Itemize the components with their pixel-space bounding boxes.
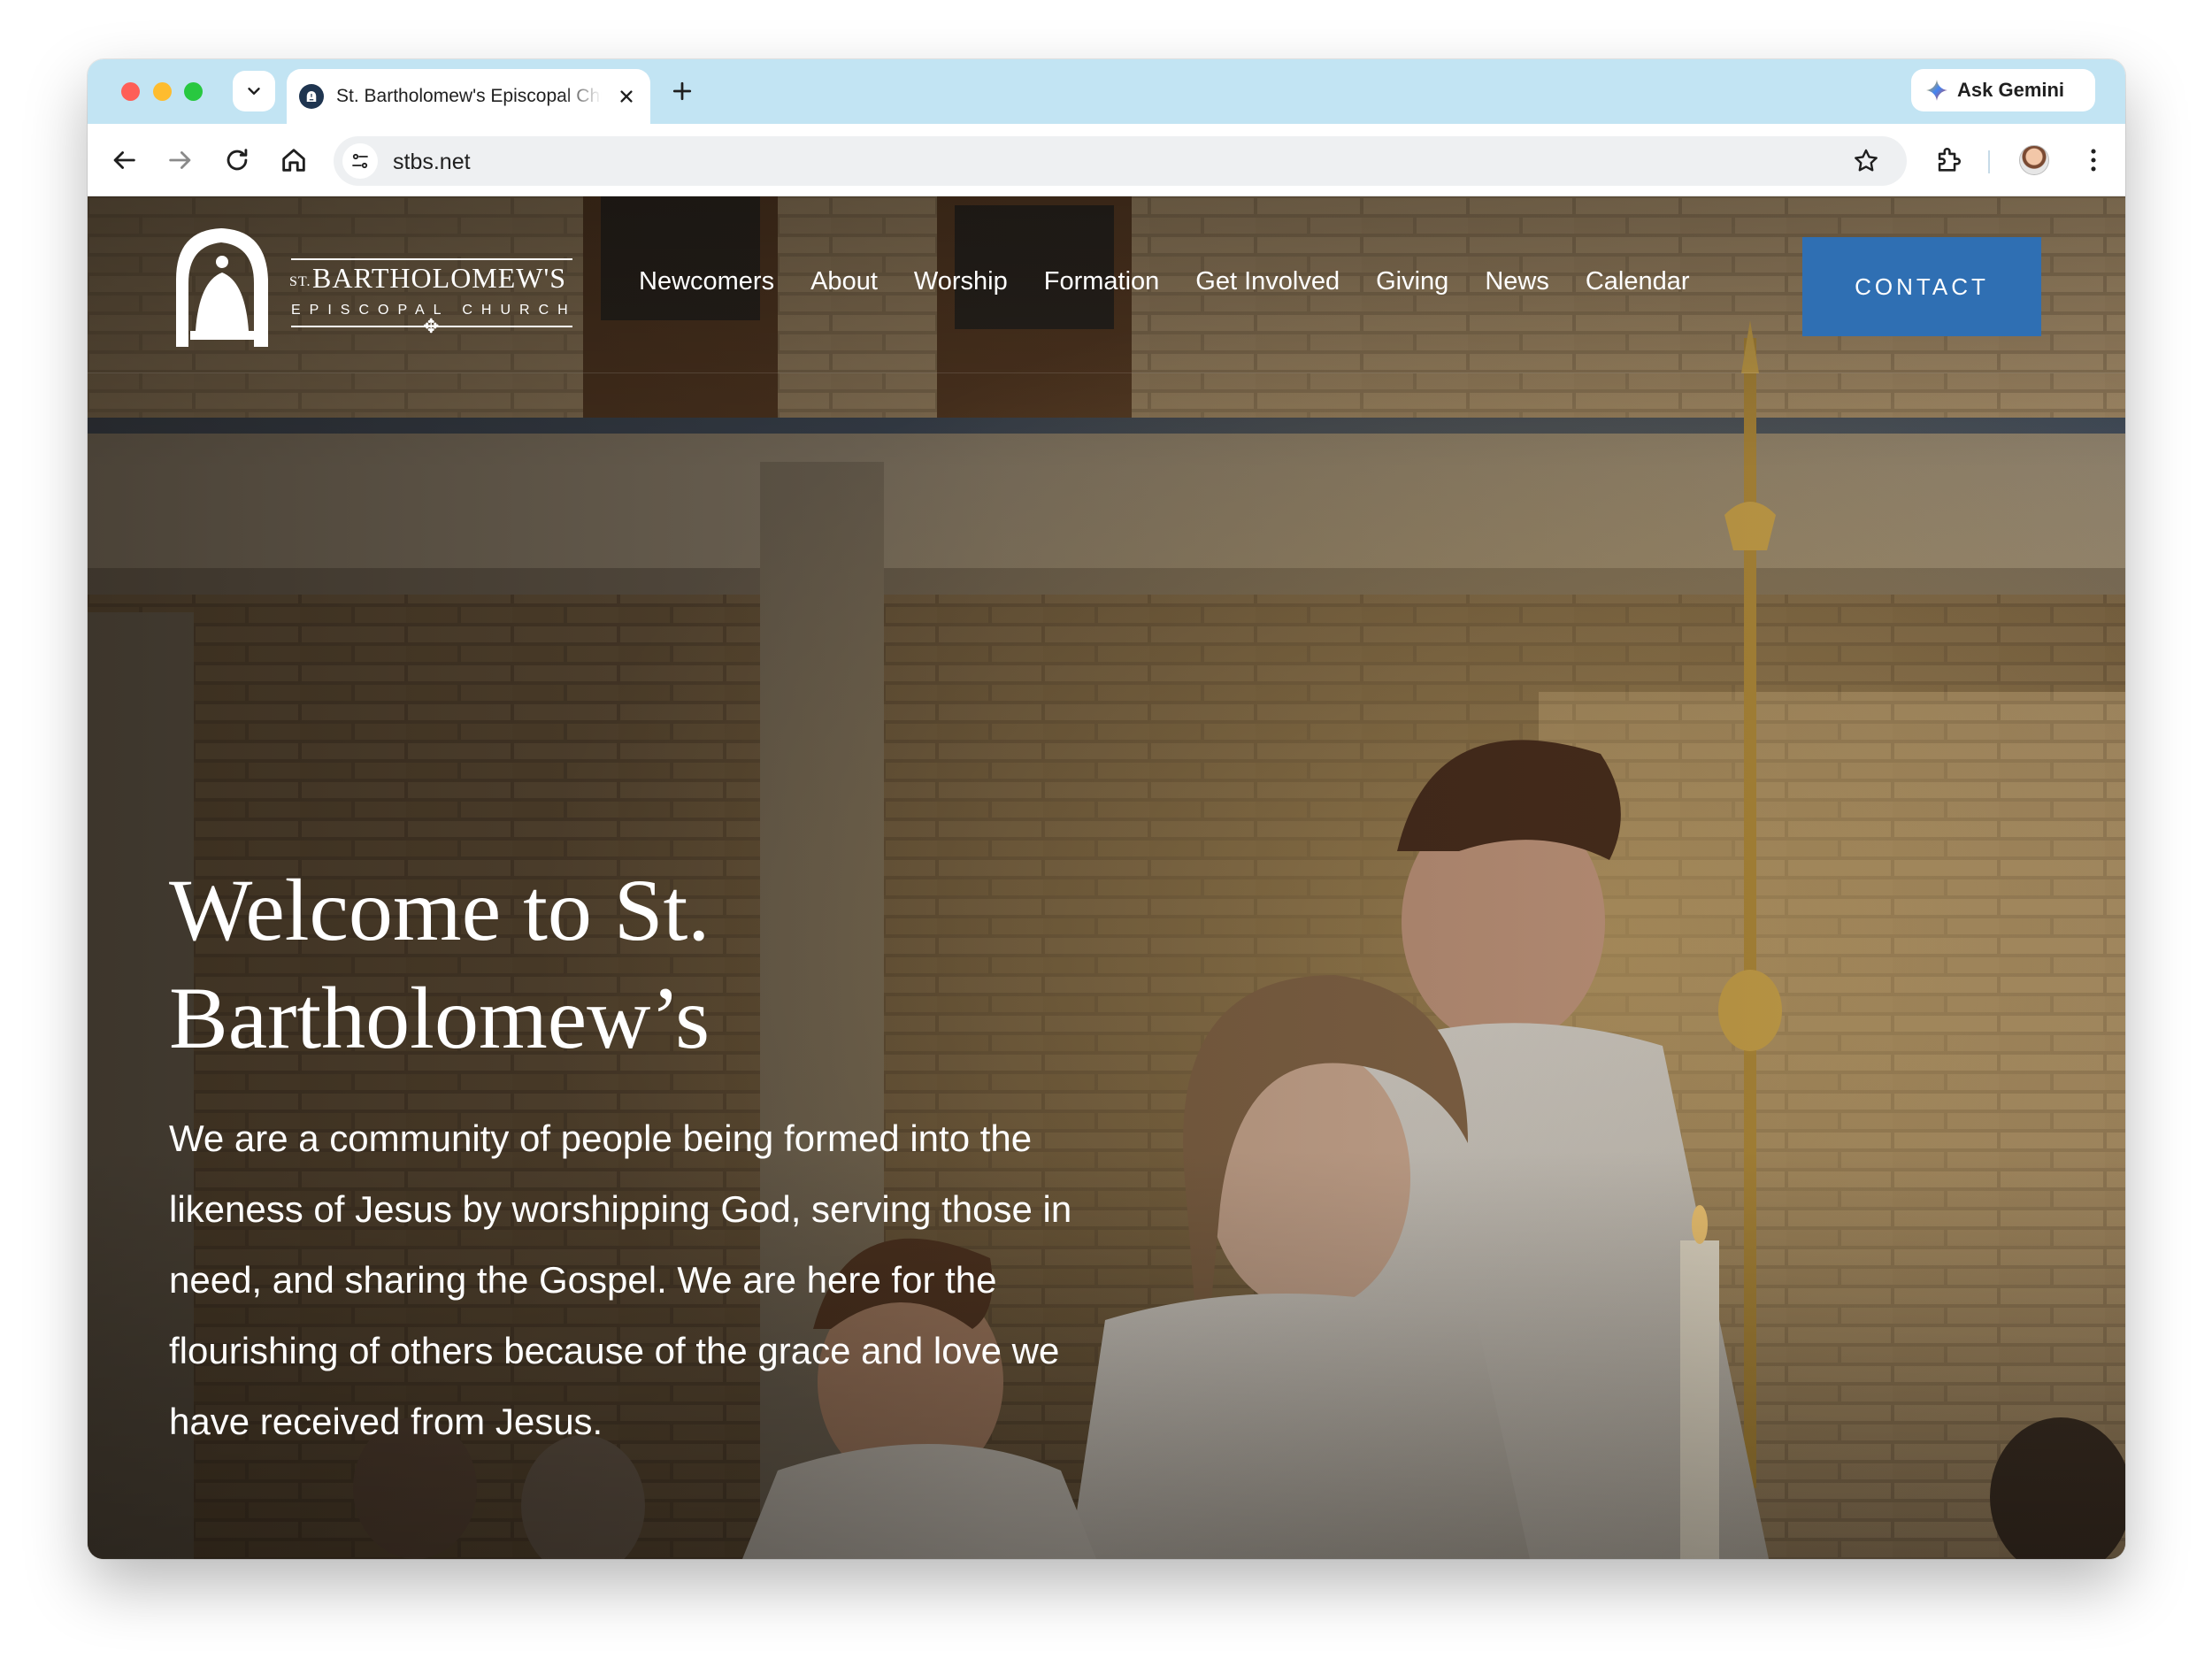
new-tab-plus-icon[interactable] (669, 78, 695, 104)
nav-about[interactable]: About (810, 267, 878, 296)
forward-arrow-icon[interactable] (165, 145, 196, 175)
tab-strip: St. Bartholomew's Episcopal Church Ask G… (88, 59, 2125, 124)
chevron-down-icon (248, 88, 260, 95)
ask-gemini-button[interactable]: Ask Gemini (1911, 69, 2095, 111)
home-icon[interactable] (279, 145, 309, 175)
site-info-button[interactable] (342, 143, 378, 179)
address-bar[interactable]: stbs.net (334, 136, 1907, 186)
gemini-sparkle-icon (1926, 80, 1947, 101)
main-nav: Newcomers About Worship Formation Get In… (639, 267, 1726, 296)
browser-window: St. Bartholomew's Episcopal Church Ask G… (88, 59, 2125, 1559)
tune-icon (352, 153, 368, 169)
hero-title: Welcome to St. Bartholomew’s (169, 861, 710, 1067)
church-favicon-icon (299, 84, 324, 109)
close-icon[interactable] (615, 85, 638, 108)
cross-icon: ✥ (423, 315, 440, 337)
minimize-window-button[interactable] (153, 82, 172, 101)
nav-newcomers[interactable]: Newcomers (639, 267, 774, 296)
toolbar-divider (1988, 150, 1990, 173)
logo-name: BARTHOLOMEW'S (312, 262, 567, 294)
extensions-puzzle-icon[interactable] (1933, 145, 1963, 175)
nav-worship[interactable]: Worship (914, 267, 1008, 296)
logo-st: ST. (289, 274, 311, 289)
contact-button[interactable]: CONTACT (1802, 237, 2041, 336)
maximize-window-button[interactable] (184, 82, 203, 101)
nav-formation[interactable]: Formation (1044, 267, 1160, 296)
hero-description: We are a community of people being forme… (169, 1117, 1072, 1442)
profile-avatar[interactable] (2019, 145, 2049, 175)
tab-search-button[interactable] (233, 71, 275, 111)
browser-toolbar: stbs.net (88, 124, 2125, 196)
logo-rule (291, 258, 572, 260)
nav-news[interactable]: News (1485, 267, 1549, 296)
header-divider (88, 372, 2125, 373)
nav-giving[interactable]: Giving (1376, 267, 1448, 296)
site-header: ST. BARTHOLOMEW'S EPISCOPAL CHURCH ✥ New… (88, 196, 2125, 373)
back-arrow-icon[interactable] (109, 145, 139, 175)
tab-title: St. Bartholomew's Episcopal Church (336, 86, 602, 106)
browser-tab-active[interactable]: St. Bartholomew's Episcopal Church (287, 69, 650, 124)
reload-icon[interactable] (222, 145, 252, 175)
ask-gemini-label: Ask Gemini (1957, 79, 2065, 101)
bookmark-star-icon[interactable] (1852, 147, 1880, 175)
bell-tower-logo-icon (176, 228, 268, 347)
web-page: ST. BARTHOLOMEW'S EPISCOPAL CHURCH ✥ New… (88, 196, 2125, 1559)
nav-get-involved[interactable]: Get Involved (1195, 267, 1340, 296)
church-logo[interactable]: ST. BARTHOLOMEW'S EPISCOPAL CHURCH ✥ (169, 227, 576, 350)
nav-calendar[interactable]: Calendar (1586, 267, 1690, 296)
url-text: stbs.net (393, 150, 471, 174)
more-vert-icon[interactable] (2078, 145, 2108, 175)
close-window-button[interactable] (121, 82, 140, 101)
